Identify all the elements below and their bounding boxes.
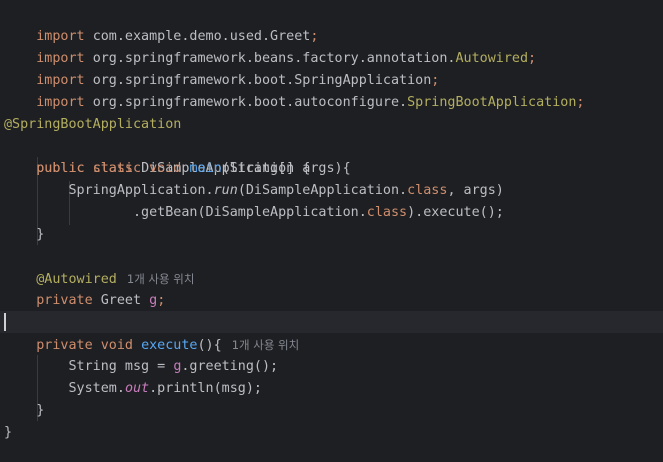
println-call: .println(msg); xyxy=(149,381,262,396)
autowired-annotation[interactable]: @Autowired xyxy=(36,272,117,287)
field-type[interactable]: Greet xyxy=(101,293,141,308)
private-keyword: private xyxy=(36,338,93,353)
field-name[interactable]: g xyxy=(149,293,157,308)
void-keyword: void xyxy=(149,161,182,176)
import-highlight: Autowired xyxy=(455,51,529,66)
public-keyword: public xyxy=(36,161,85,176)
usage-hint[interactable]: 1개 사용 위치 xyxy=(232,338,300,352)
main-method-line[interactable]: public static void main(String[] args){ xyxy=(4,158,351,180)
import-line[interactable]: import org.springframework.beans.factory… xyxy=(4,26,536,66)
msg-decl: String msg = xyxy=(68,359,174,374)
close-brace: } xyxy=(4,425,13,440)
close-brace-line[interactable]: } xyxy=(4,224,44,246)
private-keyword: private xyxy=(36,293,93,308)
greeting-call: .greeting(); xyxy=(181,359,279,374)
run-args-before: (DiSampleApplication. xyxy=(237,183,408,198)
close-brace-line[interactable]: } xyxy=(4,400,44,422)
getbean-suffix: ).execute(); xyxy=(407,205,504,220)
class-literal-keyword: class xyxy=(366,205,408,220)
import-line[interactable]: import org.springframework.boot.SpringAp… xyxy=(4,48,439,88)
println-line[interactable]: System.out.println(msg); xyxy=(4,378,263,400)
getbean-line[interactable]: .getBean(DiSampleApplication.class).exec… xyxy=(4,202,504,224)
static-keyword: static xyxy=(92,161,142,176)
run-call-line[interactable]: SpringApplication.run(DiSampleApplicatio… xyxy=(4,180,504,202)
execute-method-line[interactable]: private void execute(){ 1개 사용 위치 xyxy=(4,334,299,356)
import-line[interactable]: import com.example.demo.used.Greet; xyxy=(4,4,318,44)
field-annotation-line[interactable]: @Autowired 1개 사용 위치 xyxy=(4,268,194,290)
close-brace-line[interactable]: } xyxy=(4,422,12,444)
class-annotation[interactable]: @SpringBootApplication xyxy=(4,114,181,136)
close-brace: } xyxy=(36,227,45,242)
system-receiver: System. xyxy=(68,381,125,396)
class-literal-keyword: class xyxy=(407,183,448,198)
field-declaration-line[interactable]: private Greet g; xyxy=(4,290,165,312)
out-static-field[interactable]: out xyxy=(125,381,149,396)
main-method-name[interactable]: main xyxy=(189,161,221,176)
code-editor[interactable]: import com.example.demo.used.Greet; impo… xyxy=(0,0,663,462)
import-highlight: SpringBootApplication xyxy=(407,95,577,110)
execute-method-name[interactable]: execute xyxy=(141,338,197,353)
usage-hint[interactable]: 1개 사용 위치 xyxy=(127,272,195,286)
execute-params: (){ xyxy=(197,338,222,353)
semicolon: ; xyxy=(576,95,585,110)
text-caret xyxy=(4,313,6,331)
getbean-prefix: .getBean(DiSampleApplication. xyxy=(133,205,367,220)
import-path: org.springframework.boot.autoconfigure. xyxy=(92,95,408,110)
import-keyword: import xyxy=(36,95,85,110)
semicolon: ; xyxy=(157,293,166,308)
msg-declaration-line[interactable]: String msg = g.greeting(); xyxy=(4,356,279,378)
main-params: (String[] args){ xyxy=(221,161,351,176)
run-receiver: SpringApplication. xyxy=(68,183,214,198)
semicolon: ; xyxy=(528,51,537,66)
void-keyword: void xyxy=(100,338,133,353)
run-method[interactable]: run xyxy=(214,183,238,198)
class-declaration-line[interactable]: public class DiSampleApplication { xyxy=(4,136,310,176)
run-args-after: , args) xyxy=(447,183,504,198)
import-line[interactable]: import org.springframework.boot.autoconf… xyxy=(4,70,584,110)
current-line-highlight xyxy=(0,311,663,333)
close-brace: } xyxy=(36,403,45,418)
